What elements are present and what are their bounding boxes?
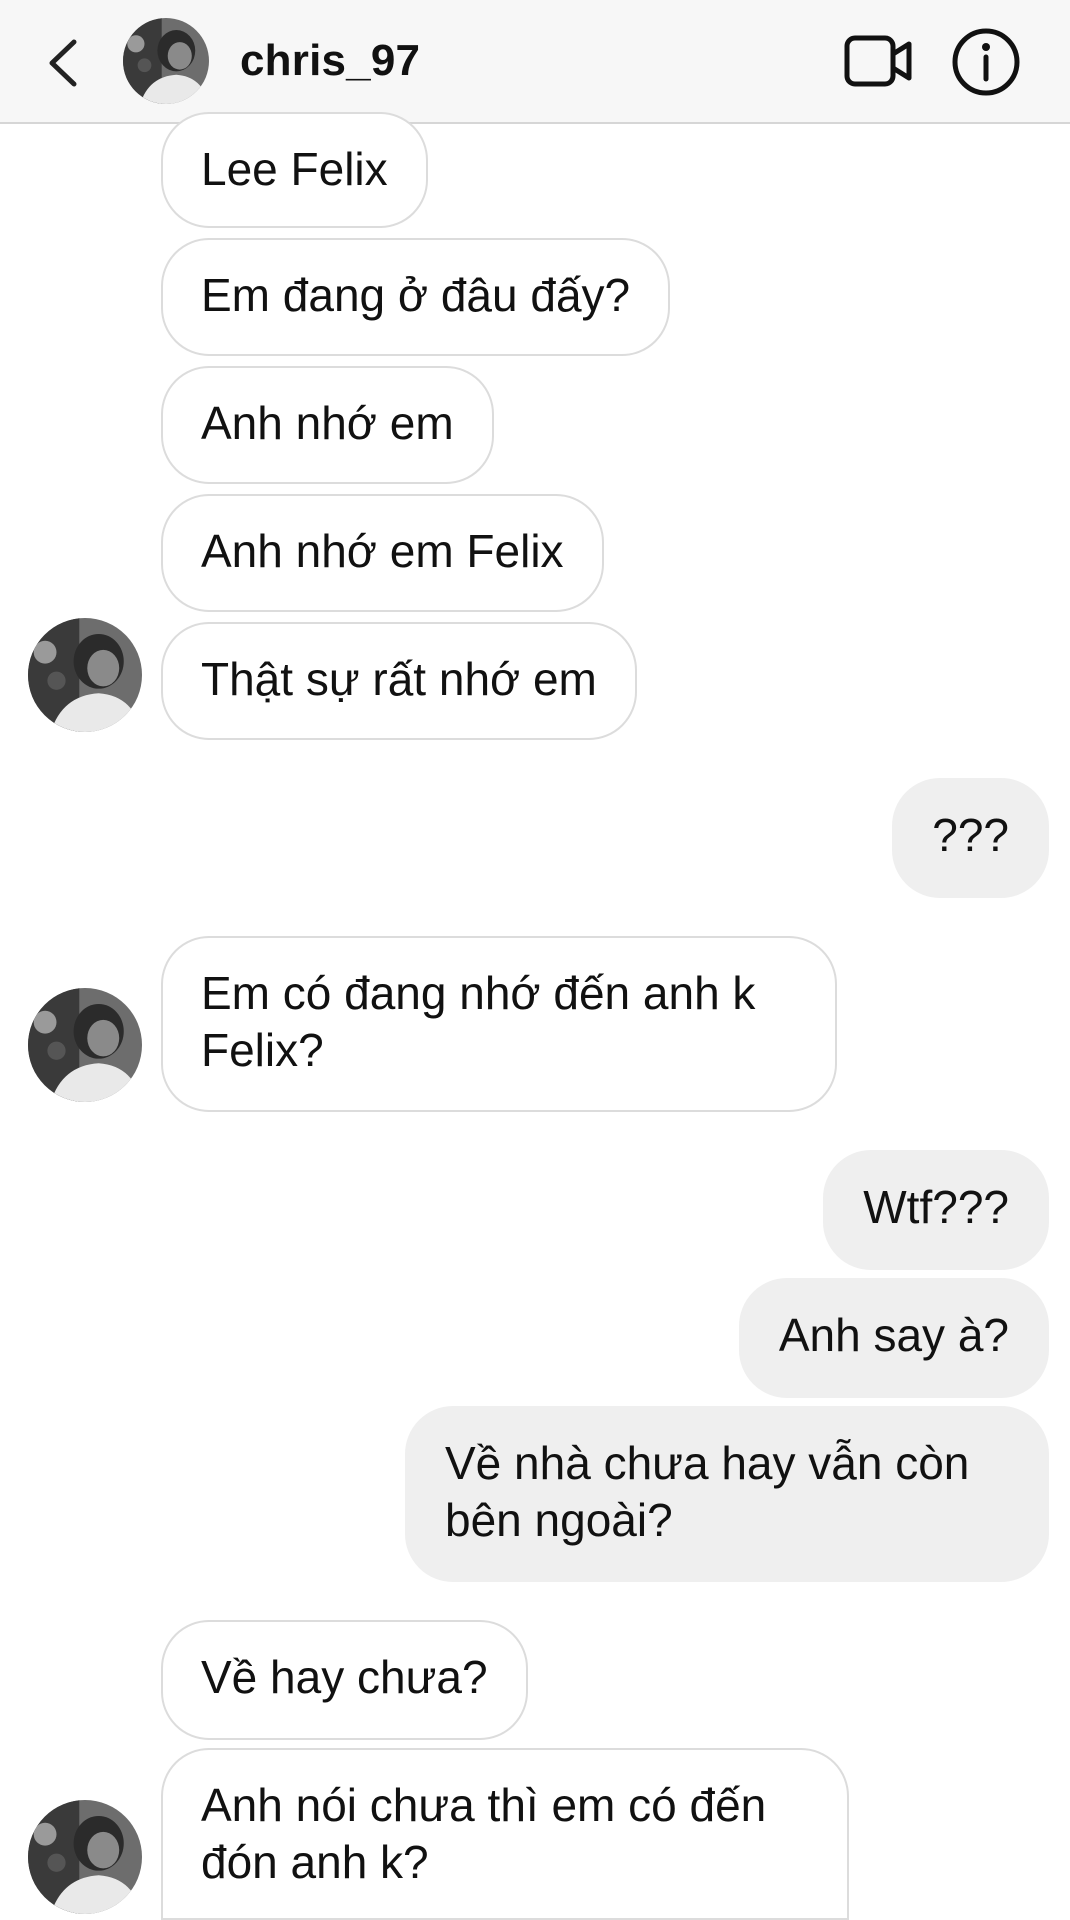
message-bubble-incoming[interactable]: Về hay chưa? [161,1620,528,1740]
message-bubble-incoming[interactable]: Em có đang nhớ đến anh k Felix? [161,936,837,1112]
message-text: Về hay chưa? [201,1651,488,1703]
chat-header: chris_97 [0,0,1070,124]
message-bubble-incoming[interactable]: Anh nhớ em [161,366,494,484]
contact-avatar[interactable] [123,18,209,104]
message-text: Về nhà chưa hay vẫn còn bên ngoài? [445,1437,970,1546]
info-button[interactable] [950,26,1022,98]
message-bubble-outgoing[interactable]: Về nhà chưa hay vẫn còn bên ngoài? [405,1406,1049,1582]
chevron-left-icon [49,39,77,87]
message-text: Lee Felix [201,143,388,195]
sender-avatar[interactable] [28,618,142,732]
message-text: Anh nhớ em [201,397,454,449]
message-text: Wtf??? [863,1181,1009,1233]
message-text: Anh nhớ em Felix [201,525,564,577]
message-bubble-outgoing[interactable]: ??? [892,778,1049,898]
message-bubble-outgoing[interactable]: Wtf??? [823,1150,1049,1270]
message-text: Anh nói chưa thì em có đến đón anh k? [201,1779,767,1888]
message-bubble-incoming[interactable]: Thật sự rất nhớ em [161,622,637,740]
sender-avatar[interactable] [28,1800,142,1914]
message-bubble-incoming[interactable]: Anh nói chưa thì em có đến đón anh k? [161,1748,849,1920]
video-camera-icon [844,35,912,87]
message-text: Em đang ở đâu đấy? [201,269,631,321]
message-bubble-outgoing[interactable]: Anh say à? [738,1278,1049,1398]
message-bubble-incoming[interactable]: Lee Felix [161,112,428,228]
message-text: ??? [932,809,1009,861]
back-button[interactable] [40,32,90,92]
message-text: Em có đang nhớ đến anh k Felix? [201,967,756,1076]
message-text: Thật sự rất nhớ em [201,653,597,705]
message-text: Anh say à? [778,1309,1009,1361]
sender-avatar[interactable] [28,988,142,1102]
message-bubble-incoming[interactable]: Anh nhớ em Felix [161,494,604,612]
video-call-button[interactable] [843,30,915,92]
contact-username[interactable]: chris_97 [240,36,420,86]
message-bubble-incoming[interactable]: Em đang ở đâu đấy? [161,238,671,356]
info-icon [952,28,1020,96]
